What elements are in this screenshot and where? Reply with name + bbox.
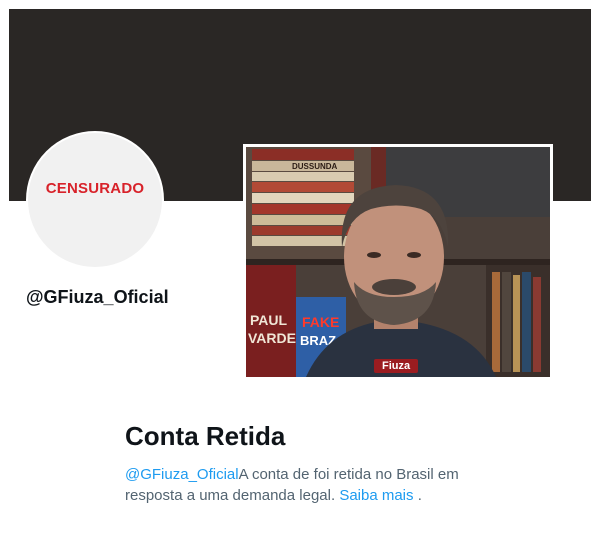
profile-handle: @GFiuza_Oficial [26, 287, 169, 307]
video-scene-image: DUSSUNDA PAUL VARDE FAKE BRAZ [246, 147, 550, 377]
profile-page: CENSURADO @GFiuza_Oficial DUSSUNDA PAUL … [9, 9, 591, 531]
learn-more-link[interactable]: Saiba mais [339, 487, 413, 504]
avatar-censored-label: CENSURADO [45, 179, 145, 197]
withheld-period: . [417, 487, 422, 504]
book-cover-label: VARDE [248, 330, 296, 346]
book-spine-label: DUSSUNDA [292, 162, 338, 171]
avatar[interactable]: CENSURADO [26, 131, 164, 269]
withheld-message: @GFiuza_OficialA conta de foi retida no … [125, 464, 485, 506]
video-frame: DUSSUNDA PAUL VARDE FAKE BRAZ Fiuza [246, 147, 550, 377]
withheld-title: Conta Retida [125, 421, 286, 451]
video-thumbnail[interactable]: DUSSUNDA PAUL VARDE FAKE BRAZ Fiuza [243, 144, 553, 380]
book-cover-label: PAUL [250, 312, 288, 328]
withheld-handle-link[interactable]: @GFiuza_Oficial [125, 466, 239, 483]
book-cover-label: FAKE [302, 314, 339, 330]
video-name-badge: Fiuza [374, 359, 419, 373]
